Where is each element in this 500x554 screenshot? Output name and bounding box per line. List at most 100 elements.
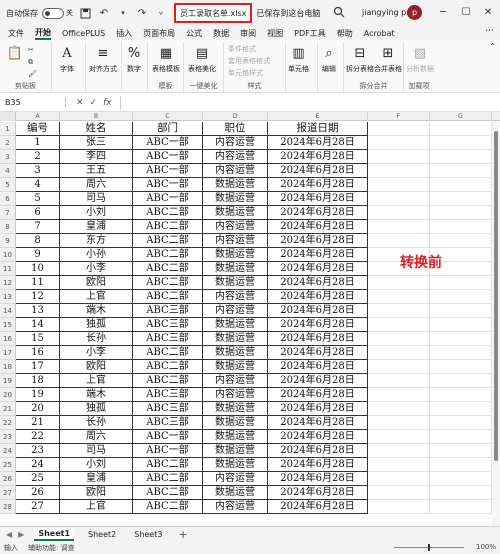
cell[interactable] bbox=[430, 220, 492, 234]
header-cell[interactable]: 姓名 bbox=[60, 122, 133, 136]
row-header[interactable]: 26 bbox=[0, 472, 16, 486]
cell[interactable]: 2024年6月28日 bbox=[268, 178, 368, 192]
cell[interactable] bbox=[368, 472, 430, 486]
cell[interactable]: 10 bbox=[16, 262, 60, 276]
cell[interactable]: ABC二部 bbox=[133, 220, 203, 234]
cell[interactable]: ABC二部 bbox=[133, 500, 203, 514]
cell[interactable]: 内容运营 bbox=[203, 374, 268, 388]
cell[interactable]: 2024年6月28日 bbox=[268, 304, 368, 318]
row-header[interactable]: 13 bbox=[0, 290, 16, 304]
cell[interactable]: 5 bbox=[16, 192, 60, 206]
row-header[interactable]: 19 bbox=[0, 374, 16, 388]
table-template-button[interactable]: ▦ 表格模板 bbox=[152, 44, 180, 74]
cell[interactable]: 张三 bbox=[60, 136, 133, 150]
cell[interactable] bbox=[430, 304, 492, 318]
cell[interactable]: ABC三部 bbox=[133, 332, 203, 346]
chevron-down-icon[interactable]: ▾ bbox=[116, 6, 130, 20]
cell[interactable] bbox=[368, 430, 430, 444]
cell[interactable] bbox=[430, 206, 492, 220]
split-table-button[interactable]: ⊟ 拆分表格 bbox=[346, 44, 374, 74]
column-header[interactable]: G bbox=[430, 112, 492, 121]
cell[interactable]: 24 bbox=[16, 458, 60, 472]
cell[interactable] bbox=[368, 150, 430, 164]
table-beautify-button[interactable]: ▤ 表格美化 bbox=[188, 44, 216, 74]
cell[interactable]: 内容运营 bbox=[203, 500, 268, 514]
cell[interactable]: 25 bbox=[16, 472, 60, 486]
autosave-toggle[interactable] bbox=[42, 7, 64, 19]
row-header[interactable]: 23 bbox=[0, 430, 16, 444]
cell[interactable]: 上官 bbox=[60, 374, 133, 388]
column-header[interactable]: B bbox=[60, 112, 133, 121]
cell[interactable] bbox=[368, 332, 430, 346]
cell[interactable]: 1 bbox=[16, 136, 60, 150]
column-header[interactable]: E bbox=[268, 112, 368, 121]
cell[interactable]: ABC二部 bbox=[133, 360, 203, 374]
cell[interactable]: 2024年6月28日 bbox=[268, 346, 368, 360]
cell[interactable]: ABC三部 bbox=[133, 318, 203, 332]
menu-tab[interactable]: 视图 bbox=[267, 28, 283, 39]
menu-tab[interactable]: 公式 bbox=[186, 28, 202, 39]
menu-tab[interactable]: PDF工具 bbox=[294, 28, 326, 39]
cell[interactable]: ABC二部 bbox=[133, 374, 203, 388]
cell[interactable]: 2024年6月28日 bbox=[268, 290, 368, 304]
cell[interactable]: ABC三部 bbox=[133, 388, 203, 402]
cell[interactable]: 数据运营 bbox=[203, 192, 268, 206]
cell[interactable] bbox=[368, 360, 430, 374]
cell[interactable]: ABC二部 bbox=[133, 248, 203, 262]
cell[interactable]: 欧阳 bbox=[60, 360, 133, 374]
table-format-item[interactable]: 套用表格格式 bbox=[228, 56, 270, 66]
cell[interactable]: 26 bbox=[16, 486, 60, 500]
cell[interactable]: 数据运营 bbox=[203, 346, 268, 360]
cell[interactable]: 2024年6月28日 bbox=[268, 332, 368, 346]
cell[interactable]: 数据运营 bbox=[203, 416, 268, 430]
cell[interactable]: 2024年6月28日 bbox=[268, 402, 368, 416]
cell[interactable] bbox=[430, 416, 492, 430]
cell[interactable]: 小李 bbox=[60, 262, 133, 276]
cell[interactable]: 端木 bbox=[60, 388, 133, 402]
menu-tab[interactable]: 文件 bbox=[8, 28, 24, 39]
cell[interactable] bbox=[368, 164, 430, 178]
cell[interactable]: ABC二部 bbox=[133, 472, 203, 486]
row-header[interactable]: 15 bbox=[0, 318, 16, 332]
cell[interactable]: 8 bbox=[16, 234, 60, 248]
cell[interactable] bbox=[368, 444, 430, 458]
cell[interactable]: ABC一部 bbox=[133, 192, 203, 206]
accessibility-status[interactable]: 辅助功能: 调查 bbox=[28, 543, 75, 553]
cell[interactable]: ABC二部 bbox=[133, 346, 203, 360]
cell[interactable]: 数据运营 bbox=[203, 486, 268, 500]
cell[interactable]: 欧阳 bbox=[60, 486, 133, 500]
cell[interactable]: 2024年6月28日 bbox=[268, 500, 368, 514]
cell[interactable]: 司马 bbox=[60, 444, 133, 458]
cell[interactable]: 2024年6月28日 bbox=[268, 150, 368, 164]
cell[interactable]: 2024年6月28日 bbox=[268, 444, 368, 458]
row-header[interactable]: 27 bbox=[0, 486, 16, 500]
cell[interactable]: 2024年6月28日 bbox=[268, 430, 368, 444]
cell[interactable]: 周六 bbox=[60, 178, 133, 192]
cell[interactable]: 数据运营 bbox=[203, 276, 268, 290]
spreadsheet-grid[interactable]: ABCDEFG 1 编号 姓名 部门 职位 报道日期 2 1 张三 ABC一部 内容运营 2024年6… bbox=[0, 112, 500, 526]
cell[interactable]: 数据运营 bbox=[203, 318, 268, 332]
avatar[interactable]: p bbox=[407, 5, 422, 20]
cell[interactable]: ABC二部 bbox=[133, 458, 203, 472]
cell[interactable] bbox=[430, 178, 492, 192]
format-painter-icon[interactable]: 🖌 bbox=[28, 70, 37, 78]
cell[interactable]: 18 bbox=[16, 374, 60, 388]
cell[interactable]: 2024年6月28日 bbox=[268, 164, 368, 178]
cell[interactable] bbox=[430, 430, 492, 444]
cell[interactable] bbox=[430, 500, 492, 514]
cell[interactable]: 内容运营 bbox=[203, 220, 268, 234]
column-header[interactable]: F bbox=[368, 112, 430, 121]
undo-icon[interactable]: ↶ bbox=[97, 6, 111, 20]
cell[interactable] bbox=[368, 178, 430, 192]
align-button[interactable]: ≡ 对齐方式 bbox=[89, 44, 117, 74]
cell[interactable]: 21 bbox=[16, 416, 60, 430]
cell[interactable]: 端木 bbox=[60, 304, 133, 318]
confirm-icon[interactable]: ✓ bbox=[90, 98, 98, 108]
cell[interactable]: 2024年6月28日 bbox=[268, 374, 368, 388]
collapse-ribbon-icon[interactable]: ⌃ bbox=[489, 42, 496, 51]
cancel-icon[interactable]: ✕ bbox=[76, 98, 84, 108]
cell[interactable]: 14 bbox=[16, 318, 60, 332]
filename-box[interactable]: 员工录取名单.xlsx bbox=[174, 3, 253, 23]
cell[interactable]: ABC三部 bbox=[133, 304, 203, 318]
cell[interactable]: 6 bbox=[16, 206, 60, 220]
